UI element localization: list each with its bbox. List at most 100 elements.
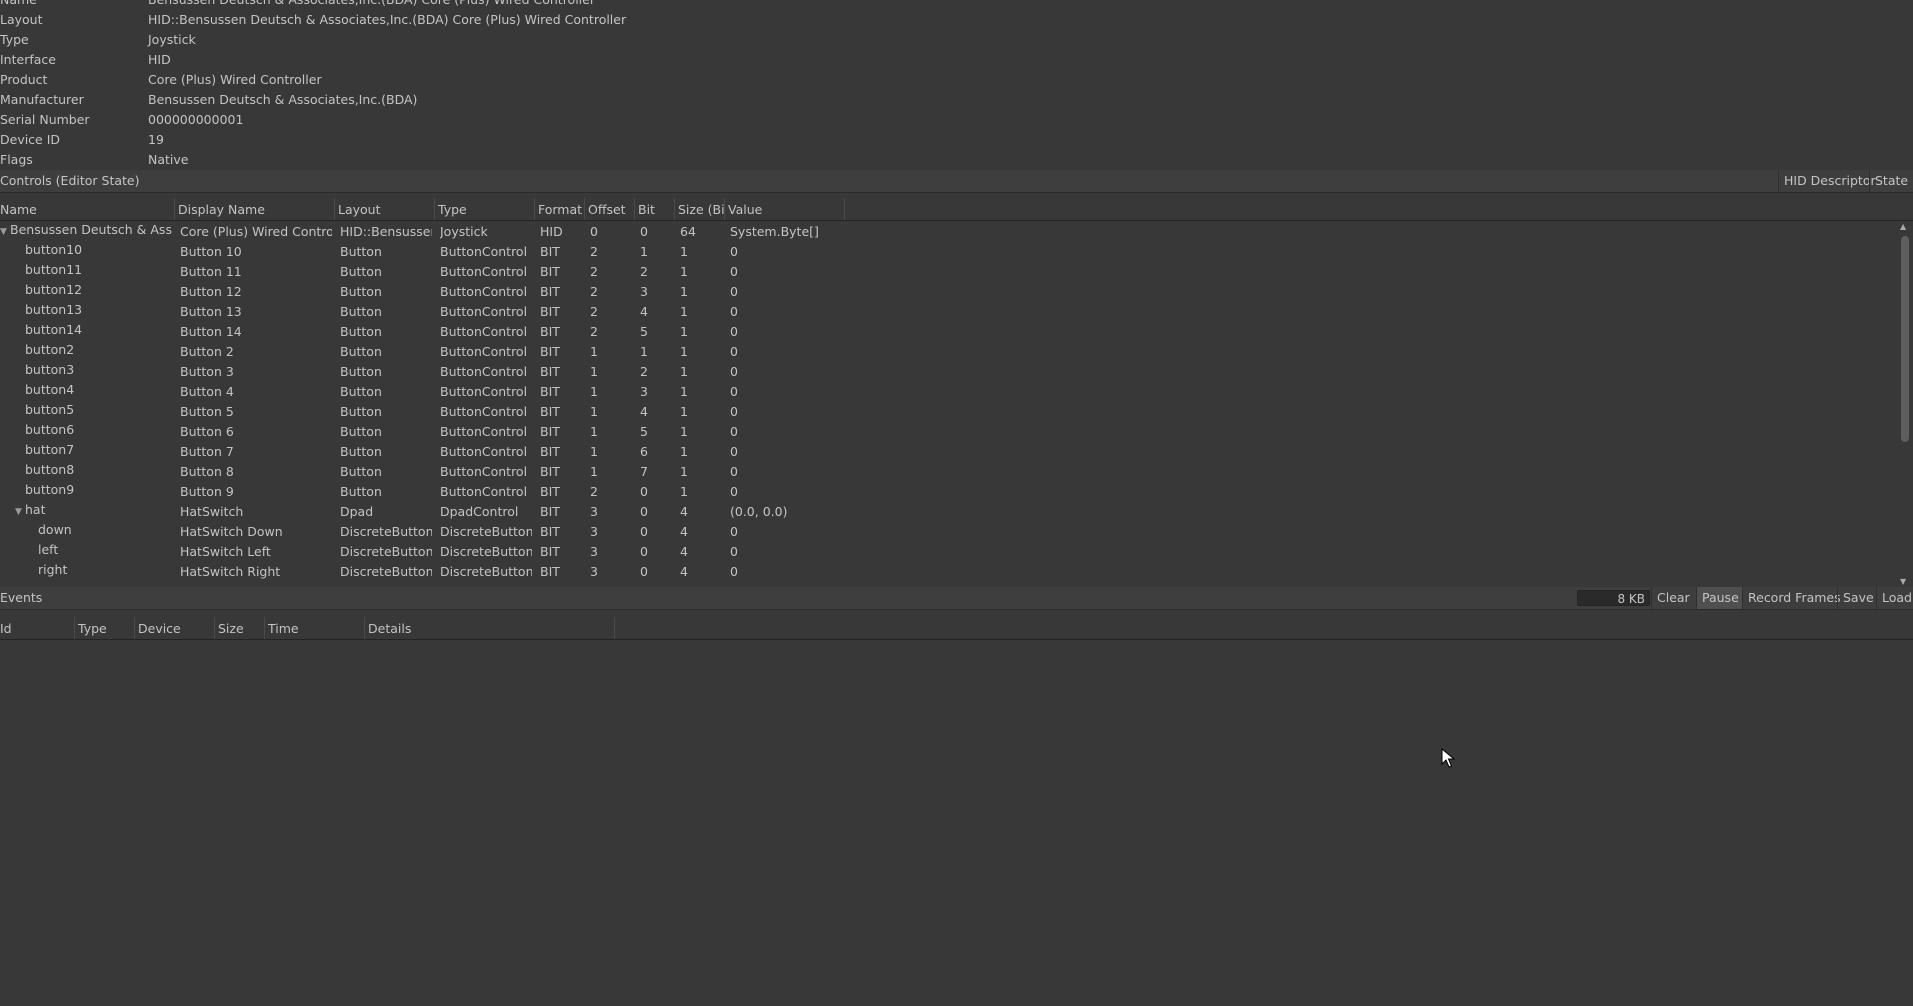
cell-name: button3 [25,362,75,377]
cell-layout: Button [340,404,382,419]
cell-type: ButtonControl [440,424,528,439]
cell-size: 4 [680,564,688,579]
table-row[interactable]: button3 Button 3 Button ButtonControl BIT 1 2 1… [0,362,1897,382]
cell-display-name: Button 8 [180,464,234,479]
scroll-up-icon[interactable]: ▲ [1900,222,1906,231]
table-row[interactable]: button12 Button 12 Button ButtonControl BIT 2… [0,282,1897,302]
controls-scrollbar[interactable]: ▲ ▼ [1897,222,1913,586]
save-button[interactable]: Save [1837,587,1876,609]
cell-offset: 1 [590,444,598,459]
triangle-down-icon[interactable]: ▼ [0,222,7,242]
cell-format: BIT [540,504,560,519]
cell-layout: Button [340,304,382,319]
cell-format: BIT [540,524,560,539]
cell-value: 0 [730,564,738,579]
table-row[interactable]: button4 Button 4 Button ButtonControl BIT 1 3 1… [0,382,1897,402]
buffer-size-field[interactable]: 8 KB [1577,590,1650,606]
cell-value: 0 [730,524,738,539]
cell-name: button8 [25,462,75,477]
cell-bit: 5 [640,324,648,339]
table-row[interactable]: button6 Button 6 Button ButtonControl BIT 1 5 1… [0,422,1897,442]
triangle-down-icon[interactable]: ▼ [15,502,22,522]
col-layout[interactable]: Layout [335,198,435,220]
col-size[interactable]: Size (Bi [675,198,725,220]
cell-name: button6 [25,422,75,437]
col-id[interactable]: Id [0,617,75,639]
cell-layout: Button [340,384,382,399]
col-format[interactable]: Format [535,198,585,220]
col-event-size[interactable]: Size [215,617,265,639]
table-row[interactable]: ▼ Bensussen Deutsch & Associ Core (Plus) W… [0,222,1897,242]
cell-name: button7 [25,442,75,457]
controls-title: Controls (Editor State) [0,173,140,188]
cell-value: 0 [730,324,738,339]
hid-descriptor-button[interactable]: HID Descriptor [1778,170,1876,192]
col-display-name[interactable]: Display Name [175,198,335,220]
col-time[interactable]: Time [265,617,365,639]
col-type[interactable]: Type [435,198,535,220]
col-name[interactable]: Name [0,198,175,220]
cell-value: (0.0, 0.0) [730,504,788,519]
cell-offset: 2 [590,324,598,339]
col-offset[interactable]: Offset [585,198,635,220]
cell-layout: Button [340,444,382,459]
cell-format: BIT [540,544,560,559]
table-row[interactable]: button8 Button 8 Button ButtonControl BIT 1 7 1… [0,462,1897,482]
cell-name: button11 [25,262,83,277]
scroll-down-icon[interactable]: ▼ [1900,577,1906,586]
table-row[interactable]: button9 Button 9 Button ButtonControl BIT 2 0 1… [0,482,1897,502]
pause-button[interactable]: Pause [1696,587,1742,609]
col-details[interactable]: Details [365,617,615,639]
cell-offset: 2 [590,484,598,499]
cell-type: ButtonControl [440,484,528,499]
table-row[interactable]: button13 Button 13 Button ButtonControl BIT 2… [0,302,1897,322]
cell-size: 1 [680,484,688,499]
cell-size: 1 [680,364,688,379]
cell-size: 1 [680,284,688,299]
scrollbar-thumb[interactable] [1901,236,1909,442]
cell-format: BIT [540,464,560,479]
table-row[interactable]: button10 Button 10 Button ButtonControl BIT 2… [0,242,1897,262]
table-row[interactable]: left HatSwitch Left DiscreteButton Discrete… [0,542,1897,562]
cell-size: 1 [680,344,688,359]
cell-bit: 0 [640,224,648,239]
property-layout: Layout HID::Bensussen Deutsch & Associate… [0,12,627,27]
cell-type: ButtonControl [440,444,528,459]
col-event-type[interactable]: Type [75,617,135,639]
col-device[interactable]: Device [135,617,215,639]
record-frames-button[interactable]: Record Frames [1742,587,1841,609]
table-row[interactable]: down HatSwitch Down DiscreteButton Discrete… [0,522,1897,542]
table-row[interactable]: button2 Button 2 Button ButtonControl BIT 1 1 1… [0,342,1897,362]
cell-offset: 2 [590,264,598,279]
cell-type: ButtonControl [440,364,528,379]
load-button[interactable]: Load [1876,587,1913,609]
cell-display-name: Button 5 [180,404,234,419]
table-row[interactable]: button11 Button 11 Button ButtonControl BIT 2… [0,262,1897,282]
cell-size: 1 [680,324,688,339]
property-interface: Interface HID [0,52,171,67]
cell-layout: Button [340,364,382,379]
cell-offset: 1 [590,464,598,479]
cell-offset: 1 [590,344,598,359]
cell-offset: 1 [590,424,598,439]
clear-button[interactable]: Clear [1651,587,1696,609]
state-button[interactable]: State [1869,170,1913,192]
cell-value: 0 [730,364,738,379]
table-row[interactable]: button7 Button 7 Button ButtonControl BIT 1 6 1… [0,442,1897,462]
cell-value: 0 [730,424,738,439]
controls-toolbar: Controls (Editor State) HID Descriptor S… [0,170,1913,193]
cell-size: 4 [680,544,688,559]
table-row[interactable]: button14 Button 14 Button ButtonControl BIT 2… [0,322,1897,342]
table-row[interactable]: right HatSwitch Right DiscreteButton Discre… [0,562,1897,582]
col-bit[interactable]: Bit [635,198,675,220]
cell-layout: Button [340,484,382,499]
cell-layout: Button [340,284,382,299]
cell-display-name: Button 14 [180,324,242,339]
cell-layout: Button [340,344,382,359]
col-value[interactable]: Value [725,198,845,220]
table-row[interactable]: button5 Button 5 Button ButtonControl BIT 1 4 1… [0,402,1897,422]
table-row[interactable]: ▼ hat HatSwitch Dpad DpadControl BIT 3 0 4 (0.0, … [0,502,1897,522]
cell-offset: 3 [590,504,598,519]
cell-bit: 6 [640,444,648,459]
cell-offset: 2 [590,244,598,259]
